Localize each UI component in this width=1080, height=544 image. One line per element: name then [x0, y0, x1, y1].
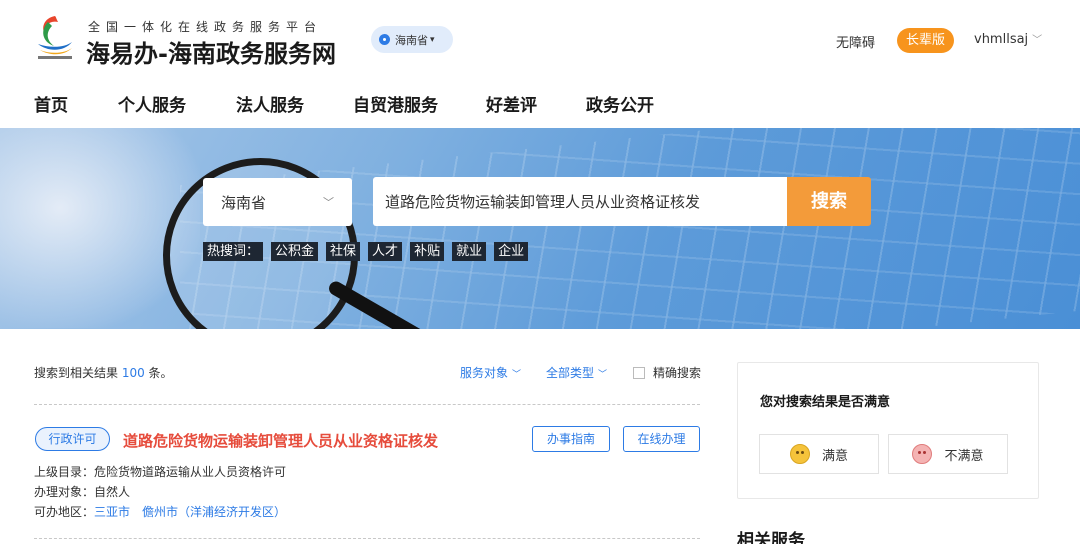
search-button[interactable]: 搜索: [787, 177, 871, 226]
accessibility-link[interactable]: 无障碍: [836, 32, 875, 51]
hot-word[interactable]: 公积金: [271, 242, 319, 261]
result-title-link[interactable]: 道路危险货物运输装卸管理人员从业资格证核发: [123, 430, 438, 451]
results-summary-suffix: 条。: [144, 366, 173, 380]
result-category-badge: 行政许可: [35, 427, 110, 451]
main-nav: 首页 个人服务 法人服务 自贸港服务 好差评 政务公开: [0, 82, 1080, 128]
service-guide-button[interactable]: 办事指南: [532, 426, 610, 452]
search-region-select[interactable]: 海南省 ﹀: [203, 178, 352, 226]
username: vhmllsaj: [974, 32, 1029, 47]
hot-word[interactable]: 企业: [494, 242, 529, 261]
results-divider: [34, 538, 700, 539]
satisfied-label: 满意: [821, 448, 848, 464]
nav-item-free-trade-port[interactable]: 自贸港服务: [353, 91, 438, 116]
nav-item-legal-entity[interactable]: 法人服务: [236, 91, 304, 116]
unsatisfied-button[interactable]: 不满意: [888, 434, 1008, 474]
site-title[interactable]: 海易办-海南政务服务网: [86, 34, 336, 69]
chevron-down-icon: ﹀: [323, 196, 334, 209]
related-services-heading: 相关服务: [737, 531, 805, 544]
parent-catalog-value: 危险货物道路运输从业人员资格许可: [94, 465, 287, 479]
satisfaction-question: 您对搜索结果是否满意: [760, 395, 891, 410]
satisfaction-card: 您对搜索结果是否满意 满意 不满意: [737, 362, 1039, 499]
site-logo-icon[interactable]: [34, 12, 76, 62]
result-areas: 可办地区：三亚市 儋州市（洋浦经济开发区）: [34, 503, 298, 520]
exact-search-label: 精确搜索: [653, 366, 702, 380]
hot-word[interactable]: 人才: [368, 242, 403, 261]
user-menu[interactable]: vhmllsaj ﹀: [974, 31, 1042, 47]
region-switcher-label: 海南省: [395, 33, 428, 47]
filter-type-dropdown[interactable]: 全部类型 ﹀: [546, 364, 607, 381]
hot-search-words: 热搜词： 公积金 社保 人才 补贴 就业 企业: [203, 242, 529, 261]
filter-audience-label: 服务对象: [460, 366, 509, 380]
exact-search-toggle[interactable]: 精确搜索: [633, 364, 701, 381]
nav-item-gov-affairs[interactable]: 政务公开: [586, 91, 654, 116]
hot-search-label: 热搜词：: [203, 242, 264, 261]
hot-word[interactable]: 就业: [452, 242, 487, 261]
results-divider: [34, 404, 700, 405]
location-pin-icon: [379, 34, 390, 45]
search-banner: [0, 128, 1080, 329]
chevron-down-icon: ﹀: [512, 370, 522, 380]
area-label: 可办地区：: [34, 505, 95, 519]
smile-face-icon: [789, 444, 810, 464]
target-label: 办理对象：: [34, 485, 95, 499]
unsatisfied-label: 不满意: [944, 448, 984, 464]
site-tagline: 全国一体化在线政务服务平台: [88, 20, 323, 34]
satisfied-button[interactable]: 满意: [759, 434, 879, 474]
parent-catalog-label: 上级目录：: [34, 465, 95, 479]
area-link-sanya[interactable]: 三亚市: [94, 505, 130, 519]
result-parent-catalog: 上级目录：危险货物道路运输从业人员资格许可: [34, 463, 286, 480]
results-summary-prefix: 搜索到相关结果: [34, 366, 122, 380]
chevron-down-icon: ﹀: [598, 370, 608, 380]
nav-item-rating[interactable]: 好差评: [486, 91, 537, 116]
elder-mode-button[interactable]: 长辈版: [897, 28, 954, 53]
filter-audience-dropdown[interactable]: 服务对象 ﹀: [460, 364, 521, 381]
exact-search-checkbox[interactable]: [633, 366, 645, 379]
search-input[interactable]: 道路危险货物运输装卸管理人员从业资格证核发: [373, 177, 787, 226]
region-switcher[interactable]: 海南省 ▾: [371, 26, 453, 53]
nav-item-home[interactable]: 首页: [34, 91, 68, 116]
target-value: 自然人: [94, 485, 131, 499]
hot-word[interactable]: 社保: [326, 242, 361, 261]
caret-down-icon: ▾: [430, 34, 435, 45]
hot-word[interactable]: 补贴: [410, 242, 445, 261]
results-summary: 搜索到相关结果 100 条。: [34, 364, 173, 381]
sad-face-icon: [912, 444, 933, 464]
search-region-value: 海南省: [221, 193, 267, 212]
nav-item-personal[interactable]: 个人服务: [118, 91, 186, 116]
chevron-down-icon: ﹀: [1032, 35, 1043, 46]
site-header: 全国一体化在线政务服务平台 海易办-海南政务服务网 海南省 ▾ 无障碍 长辈版 …: [0, 0, 1080, 82]
result-target: 办理对象：自然人: [34, 483, 130, 500]
online-handle-button[interactable]: 在线办理: [623, 426, 700, 452]
area-link-danzhou[interactable]: 儋州市（洋浦经济开发区）: [142, 505, 286, 519]
results-count: 100: [121, 366, 145, 380]
filter-type-label: 全部类型: [546, 366, 595, 380]
